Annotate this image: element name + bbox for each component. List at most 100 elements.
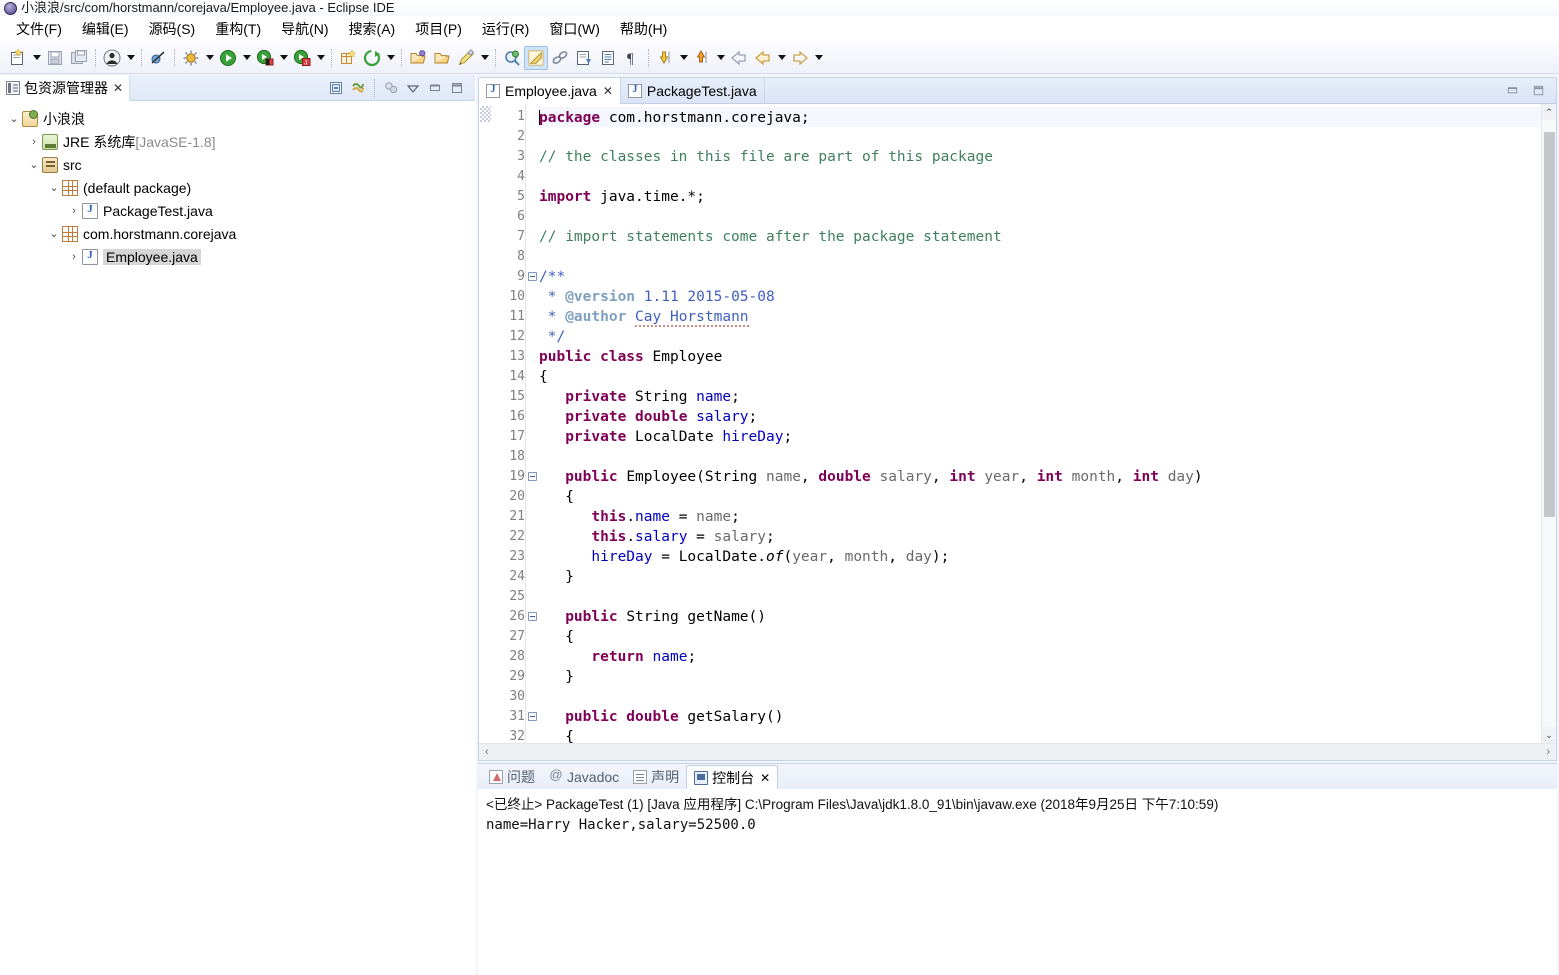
save-icon[interactable]	[43, 46, 67, 70]
package-explorer-tab[interactable]: 包资源管理器 ✕	[0, 74, 131, 101]
fold-slot[interactable]	[526, 267, 539, 287]
fold-slot[interactable]	[526, 447, 539, 467]
collapse-icon[interactable]	[528, 612, 537, 621]
coverage-dropdown-icon[interactable]	[314, 47, 327, 69]
previous-edit-dropdown-icon[interactable]	[677, 47, 690, 69]
filter-icon[interactable]	[381, 78, 401, 98]
code-line[interactable]: public String getName()	[539, 607, 1541, 627]
folding-ruler[interactable]	[525, 104, 539, 743]
fold-slot[interactable]	[526, 667, 539, 687]
fold-slot[interactable]	[526, 527, 539, 547]
fold-slot[interactable]	[526, 487, 539, 507]
editor-vertical-scrollbar[interactable]: ⌃ ⌄	[1541, 104, 1556, 743]
code-line[interactable]: }	[539, 667, 1541, 687]
fold-slot[interactable]	[526, 147, 539, 167]
code-line[interactable]: {	[539, 627, 1541, 647]
collapse-icon[interactable]	[528, 472, 537, 481]
fold-slot[interactable]	[526, 467, 539, 487]
code-line[interactable]: // the classes in this file are part of …	[539, 147, 1541, 167]
code-line[interactable]: /**	[539, 267, 1541, 287]
code-line[interactable]	[539, 207, 1541, 227]
previous-edit-icon[interactable]	[653, 46, 677, 70]
code-line[interactable]: // import statements come after the pack…	[539, 227, 1541, 247]
code-line[interactable]	[539, 167, 1541, 187]
code-line[interactable]	[539, 127, 1541, 147]
console-tab[interactable]: 控制台 ✕	[686, 765, 779, 789]
editor-tab[interactable]: Employee.java ✕	[479, 77, 621, 104]
code-line[interactable]: private LocalDate hireDay;	[539, 427, 1541, 447]
console-tab[interactable]: 问题	[482, 765, 542, 789]
tree-item[interactable]: › PackageTest.java	[6, 199, 475, 222]
next-edit-icon[interactable]	[690, 46, 714, 70]
menu-run[interactable]: 运行(R)	[472, 17, 539, 41]
fold-slot[interactable]	[526, 427, 539, 447]
back-icon[interactable]	[727, 46, 751, 70]
fold-slot[interactable]	[526, 107, 539, 127]
code-area[interactable]: package com.horstmann.corejava; // the c…	[539, 104, 1541, 743]
code-line[interactable]: import java.time.*;	[539, 187, 1541, 207]
pencil-icon[interactable]	[454, 46, 478, 70]
view-menu-icon[interactable]	[403, 78, 423, 98]
code-line[interactable]: return name;	[539, 647, 1541, 667]
scroll-up-icon[interactable]: ⌃	[1541, 104, 1556, 120]
code-line[interactable]: public class Employee	[539, 347, 1541, 367]
scroll-left-icon[interactable]: ‹	[485, 746, 489, 758]
close-icon[interactable]: ✕	[760, 771, 770, 785]
back-dropdown-icon[interactable]	[775, 47, 788, 69]
fold-slot[interactable]	[526, 567, 539, 587]
code-line[interactable]: hireDay = LocalDate.of(year, month, day)…	[539, 547, 1541, 567]
show-whitespace-icon[interactable]: ¶	[620, 46, 644, 70]
tree-item[interactable]: › Employee.java	[6, 245, 475, 268]
chevron-down-icon[interactable]: ⌄	[6, 112, 22, 125]
fold-slot[interactable]	[526, 247, 539, 267]
user-dropdown-icon[interactable]	[124, 47, 137, 69]
link-with-editor-icon[interactable]	[348, 78, 368, 98]
code-line[interactable]: */	[539, 327, 1541, 347]
code-line[interactable]: public double getSalary()	[539, 707, 1541, 727]
tree-item[interactable]: ⌄ com.horstmann.corejava	[6, 222, 475, 245]
scroll-right-icon[interactable]: ›	[1546, 746, 1550, 758]
new-java-class-icon[interactable]	[360, 46, 384, 70]
fold-slot[interactable]	[526, 167, 539, 187]
new-java-project-icon[interactable]	[336, 46, 360, 70]
maximize-icon[interactable]	[447, 78, 467, 98]
link-icon[interactable]	[548, 46, 572, 70]
fold-slot[interactable]	[526, 127, 539, 147]
collapse-icon[interactable]	[528, 712, 537, 721]
collapse-icon[interactable]	[528, 272, 537, 281]
open-type-icon[interactable]	[406, 46, 430, 70]
tree-item[interactable]: ⌄ src	[6, 153, 475, 176]
show-source-icon[interactable]	[596, 46, 620, 70]
menu-navigate[interactable]: 导航(N)	[271, 17, 338, 41]
fold-slot[interactable]	[526, 687, 539, 707]
run-external-tools-icon[interactable]	[253, 46, 277, 70]
menu-window[interactable]: 窗口(W)	[539, 17, 610, 41]
fold-slot[interactable]	[526, 587, 539, 607]
editor-horizontal-scrollbar[interactable]: ‹ ›	[479, 743, 1556, 760]
fold-slot[interactable]	[526, 627, 539, 647]
run-dropdown-icon[interactable]	[240, 47, 253, 69]
close-icon[interactable]: ✕	[113, 81, 123, 95]
tree-item[interactable]: ⌄ (default package)	[6, 176, 475, 199]
fold-slot[interactable]	[526, 207, 539, 227]
chevron-down-icon[interactable]: ⌄	[26, 158, 42, 171]
tree-item[interactable]: › JRE 系统库 [JavaSE-1.8]	[6, 130, 475, 153]
code-line[interactable]: private String name;	[539, 387, 1541, 407]
menu-edit[interactable]: 编辑(E)	[72, 17, 139, 41]
debug-icon[interactable]	[179, 46, 203, 70]
menu-search[interactable]: 搜索(A)	[339, 17, 406, 41]
open-task-icon[interactable]	[430, 46, 454, 70]
scrollbar-thumb[interactable]	[1544, 132, 1555, 517]
minimize-icon[interactable]	[425, 78, 445, 98]
fold-slot[interactable]	[526, 387, 539, 407]
chevron-down-icon[interactable]: ⌄	[46, 181, 62, 194]
editor-tab[interactable]: PackageTest.java	[621, 77, 765, 104]
save-all-icon[interactable]	[67, 46, 91, 70]
fold-slot[interactable]	[526, 347, 539, 367]
new-java-class-dropdown-icon[interactable]	[384, 47, 397, 69]
chevron-right-icon[interactable]: ›	[66, 251, 82, 263]
fold-slot[interactable]	[526, 327, 539, 347]
chevron-right-icon[interactable]: ›	[26, 136, 42, 148]
fold-slot[interactable]	[526, 607, 539, 627]
fold-slot[interactable]	[526, 707, 539, 727]
